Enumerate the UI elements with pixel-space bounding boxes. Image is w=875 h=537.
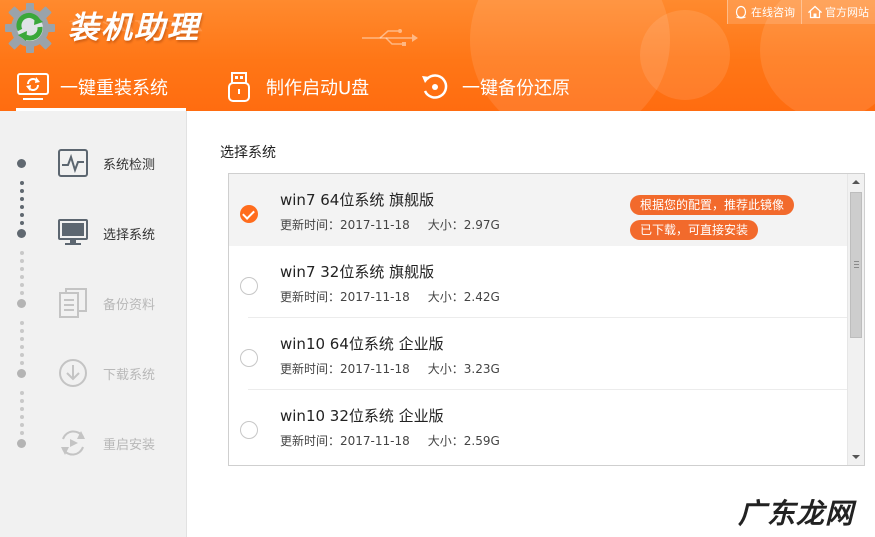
gear-refresh-logo-icon [5,3,55,53]
app-header: 装机助理 装机助理 在线咨询 官方网站 一键重装系统 制作启动U盘 一键备份还原 [0,0,875,111]
system-size: 大小：2.42G [427,290,500,304]
step-download-system: 下载系统 [0,353,187,393]
section-title: 选择系统 [220,145,276,161]
progress-dot [20,251,24,255]
step-system-check: 系统检测 [0,143,187,183]
progress-dot [20,345,24,349]
step-dot [17,158,26,168]
progress-dot [20,197,24,201]
watermark: 广东龙网 [738,497,855,530]
step-dot [17,368,26,378]
downloaded-badge: 已下载，可直接安装 [630,220,759,240]
system-name: win10 32位系统 企业版 [280,407,444,425]
step-dot [17,438,26,448]
progress-dot [20,259,24,263]
step-restart-install: 重启安装 [0,423,187,463]
system-option-win10-32[interactable]: win10 32位系统 企业版 更新时间：2017-11-18 大小：2.59G [229,390,848,462]
scroll-thumb[interactable] [850,192,862,338]
system-name: win7 64位系统 旗舰版 [280,191,435,209]
progress-dot [20,189,24,193]
recommend-badge: 根据您的配置，推荐此镜像 [630,195,795,215]
system-updated: 更新时间：2017-11-18 [280,434,410,448]
system-meta: 更新时间：2017-11-18 大小：3.23G [280,360,500,377]
system-option-win7-32[interactable]: win7 32位系统 旗舰版 更新时间：2017-11-18 大小：2.42G [229,246,848,318]
progress-dot [20,275,24,279]
radio-unselected[interactable] [240,349,258,367]
list-scrollbar[interactable] [847,174,864,465]
system-size: 大小：2.97G [427,218,500,232]
app-title-reflection: 装机助理 [68,16,200,33]
system-name: win7 32位系统 旗舰版 [280,263,435,281]
progress-dot [20,337,24,341]
system-size: 大小：2.59G [427,434,500,448]
system-size: 大小：3.23G [427,362,500,376]
scroll-up-arrow-icon[interactable] [852,180,860,184]
pulse-monitor-icon [56,146,90,180]
progress-dot [20,399,24,403]
scroll-grip [854,267,859,268]
top-links: 在线咨询 官方网站 [727,0,875,24]
tab-one-click-reinstall-label: 一键重装系统 [60,77,168,99]
usb-trident-decor-icon [362,29,418,46]
online-consult-label: 在线咨询 [751,6,795,19]
step-system-check-label: 系统检测 [103,157,156,173]
documents-icon [56,286,90,320]
radio-unselected[interactable] [240,277,258,295]
system-meta: 更新时间：2017-11-18 大小：2.97G [280,216,500,233]
tab-make-boot-usb-label: 制作启动U盘 [266,77,370,99]
qq-penguin-icon [735,5,747,19]
progress-dot [20,415,24,419]
scroll-grip [854,261,859,262]
system-list: win7 64位系统 旗舰版 更新时间：2017-11-18 大小：2.97G 根… [228,173,865,466]
step-dot [17,228,26,238]
progress-dot [20,407,24,411]
system-updated: 更新时间：2017-11-18 [280,290,410,304]
system-name: win10 64位系统 企业版 [280,335,444,353]
step-select-system-label: 选择系统 [103,227,156,243]
radio-selected[interactable] [240,205,258,223]
system-updated: 更新时间：2017-11-18 [280,218,410,232]
step-download-system-label: 下载系统 [103,367,156,383]
system-meta: 更新时间：2017-11-18 大小：2.59G [280,432,500,449]
step-backup-data-label: 备份资料 [103,297,156,313]
download-icon [56,356,90,390]
progress-dot [20,391,24,395]
restart-icon [56,426,90,460]
system-meta: 更新时间：2017-11-18 大小：2.42G [280,288,500,305]
progress-dot [20,267,24,271]
system-option-win10-64[interactable]: win10 64位系统 企业版 更新时间：2017-11-18 大小：3.23G [229,318,848,390]
progress-dot [20,329,24,333]
radio-unselected[interactable] [240,421,258,439]
step-restart-install-label: 重启安装 [103,437,156,453]
system-option-win7-64[interactable]: win7 64位系统 旗舰版 更新时间：2017-11-18 大小：2.97G 根… [229,174,848,246]
step-select-system: 选择系统 [0,213,187,253]
scroll-down-arrow-icon[interactable] [852,455,860,459]
progress-dot [20,321,24,325]
home-icon [808,5,822,19]
tab-make-boot-usb[interactable]: 制作启动U盘 [222,62,382,111]
official-site-label: 官方网站 [825,6,869,19]
main-nav: 一键重装系统 制作启动U盘 一键备份还原 [0,62,588,111]
step-backup-data: 备份资料 [0,283,187,323]
backup-restore-icon [418,70,452,104]
progress-dot [20,181,24,185]
progress-dot [20,205,24,209]
system-updated: 更新时间：2017-11-18 [280,362,410,376]
online-consult-link[interactable]: 在线咨询 [727,0,801,24]
tab-one-click-backup-label: 一键备份还原 [462,77,570,99]
scroll-grip [854,264,859,265]
header-bubble-decor [640,10,730,100]
usb-drive-icon [222,70,256,104]
monitor-icon [56,216,90,250]
official-site-link[interactable]: 官方网站 [801,0,875,24]
monitor-refresh-icon [16,70,50,104]
tab-one-click-backup[interactable]: 一键备份还原 [418,62,588,111]
steps-sidebar: 系统检测 选择系统 备份资料 下载系统 重启安装 [0,111,187,537]
tab-one-click-reinstall[interactable]: 一键重装系统 [16,62,186,111]
step-dot [17,298,26,308]
